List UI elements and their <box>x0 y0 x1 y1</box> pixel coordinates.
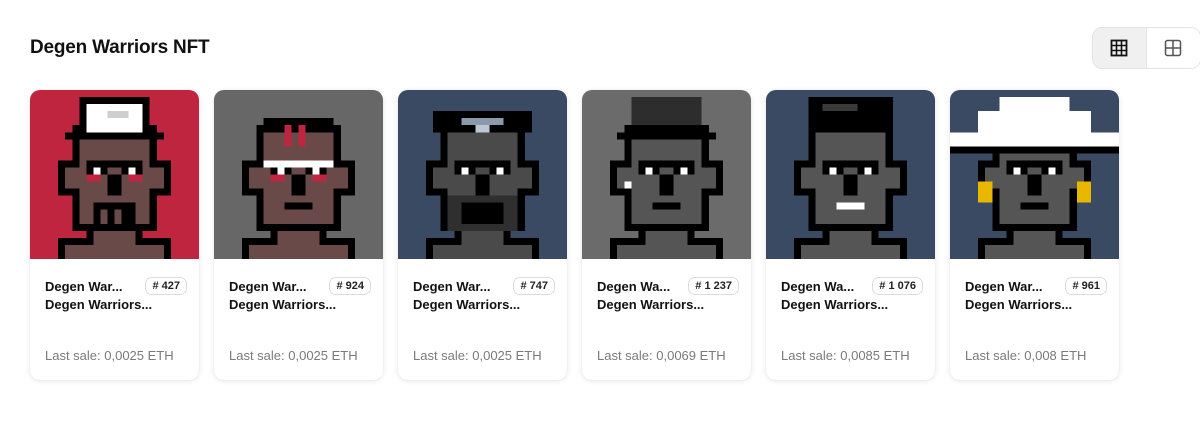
token-id-badge: # 747 <box>513 277 555 295</box>
grid-2x2-icon <box>1165 39 1182 57</box>
nft-card[interactable]: Degen War... # 924 Degen Warriors... Las… <box>214 90 383 380</box>
nft-image[interactable] <box>766 90 935 259</box>
nft-name: Degen War... <box>413 278 491 294</box>
token-id-badge: # 924 <box>329 277 371 295</box>
token-id-badge: # 1 237 <box>688 277 739 295</box>
collection-name: Degen Warriors... <box>45 297 153 312</box>
nft-image[interactable] <box>582 90 751 259</box>
nft-card[interactable]: Degen War... # 427 Degen Warriors... Las… <box>30 90 199 380</box>
grid-view-button[interactable] <box>1093 28 1147 68</box>
nft-name: Degen War... <box>229 278 307 294</box>
nft-card[interactable]: Degen War... # 961 Degen Warriors... Las… <box>950 90 1119 380</box>
nft-name: Degen Wa... <box>781 278 855 294</box>
collection-name: Degen Warriors... <box>229 297 337 312</box>
nft-card[interactable]: Degen War... # 747 Degen Warriors... Las… <box>398 90 567 380</box>
last-sale: Last sale: 0,0069 ETH <box>597 348 726 363</box>
collection-name: Degen Warriors... <box>965 297 1073 312</box>
large-grid-view-button[interactable] <box>1146 28 1200 68</box>
section-title: Degen Warriors NFT <box>30 37 210 58</box>
nft-card[interactable]: Degen Wa... # 1 076 Degen Warriors... La… <box>766 90 935 380</box>
last-sale: Last sale: 0,0025 ETH <box>413 348 542 363</box>
nft-image[interactable] <box>214 90 383 259</box>
nft-image[interactable] <box>30 90 199 259</box>
collection-name: Degen Warriors... <box>781 297 889 312</box>
last-sale: Last sale: 0,0025 ETH <box>229 348 358 363</box>
nft-name: Degen War... <box>965 278 1043 294</box>
grid-3x3-icon <box>1110 39 1128 57</box>
token-id-badge: # 1 076 <box>872 277 923 295</box>
nft-image[interactable] <box>398 90 567 259</box>
last-sale: Last sale: 0,0025 ETH <box>45 348 174 363</box>
nft-name: Degen Wa... <box>597 278 671 294</box>
token-id-badge: # 961 <box>1065 277 1107 295</box>
view-toggle <box>1092 27 1200 69</box>
collection-name: Degen Warriors... <box>413 297 521 312</box>
nft-card-list: Degen War... # 427 Degen Warriors... Las… <box>30 90 1119 380</box>
nft-image[interactable] <box>950 90 1119 259</box>
last-sale: Last sale: 0,008 ETH <box>965 348 1087 363</box>
nft-card[interactable]: Degen Wa... # 1 237 Degen Warriors... La… <box>582 90 751 380</box>
last-sale: Last sale: 0,0085 ETH <box>781 348 910 363</box>
token-id-badge: # 427 <box>145 277 187 295</box>
nft-name: Degen War... <box>45 278 123 294</box>
collection-name: Degen Warriors... <box>597 297 705 312</box>
